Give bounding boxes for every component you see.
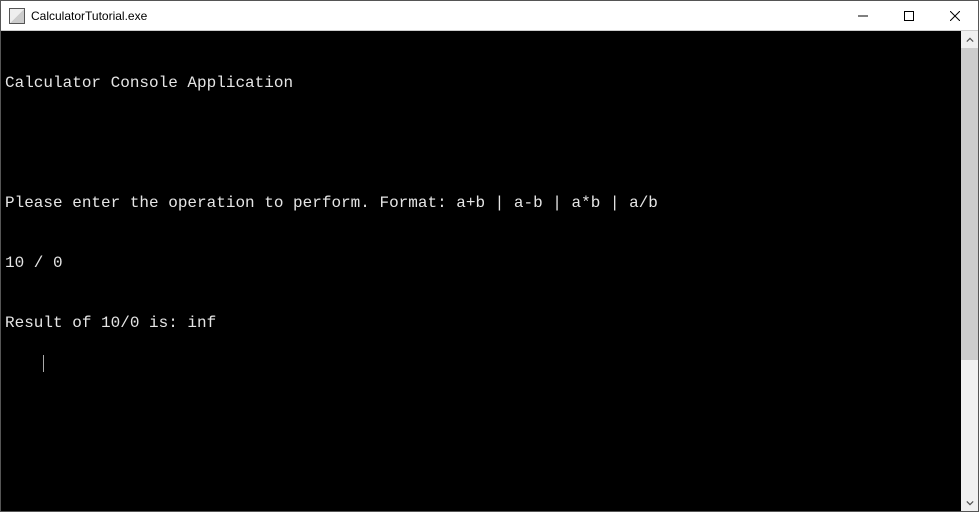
- console-line: [5, 133, 957, 153]
- scroll-track[interactable]: [961, 48, 978, 494]
- minimize-icon: [858, 11, 868, 21]
- scroll-down-button[interactable]: [961, 494, 978, 511]
- app-icon: [9, 8, 25, 24]
- console-line: Calculator Console Application: [5, 73, 957, 93]
- maximize-button[interactable]: [886, 1, 932, 30]
- minimize-button[interactable]: [840, 1, 886, 30]
- chevron-down-icon: [966, 499, 974, 507]
- console-line: Result of 10/0 is: inf: [5, 313, 957, 333]
- close-button[interactable]: [932, 1, 978, 30]
- text-cursor: [43, 355, 44, 372]
- window-title: CalculatorTutorial.exe: [31, 9, 840, 23]
- close-icon: [950, 11, 960, 21]
- window-controls: [840, 1, 978, 30]
- scroll-up-button[interactable]: [961, 31, 978, 48]
- window-titlebar: CalculatorTutorial.exe: [1, 1, 978, 31]
- console-wrapper: Calculator Console Application Please en…: [1, 31, 978, 511]
- chevron-up-icon: [966, 36, 974, 44]
- console-line: Please enter the operation to perform. F…: [5, 193, 957, 213]
- console-line: 10 / 0: [5, 253, 957, 273]
- console-output[interactable]: Calculator Console Application Please en…: [1, 31, 961, 511]
- scroll-thumb[interactable]: [961, 48, 978, 360]
- maximize-icon: [904, 11, 914, 21]
- vertical-scrollbar[interactable]: [961, 31, 978, 511]
